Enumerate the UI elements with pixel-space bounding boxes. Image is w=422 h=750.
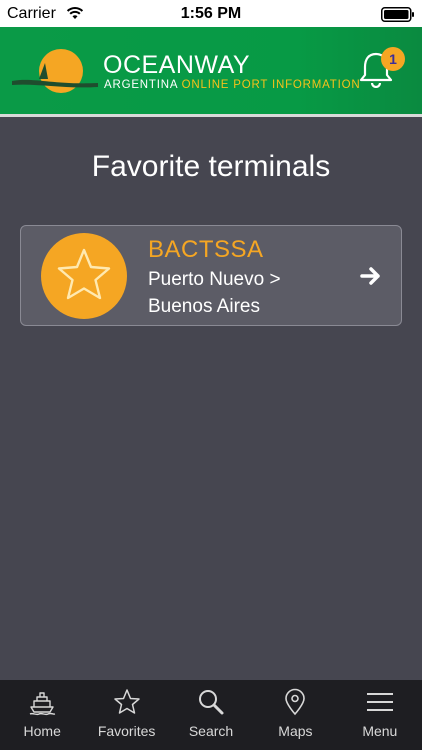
app-header: OCEANWAY ARGENTINA ONLINE PORT INFORMATI… [0,27,422,114]
tab-home[interactable]: Home [0,680,84,750]
brand-tagline: ARGENTINA ONLINE PORT INFORMATION [104,79,360,91]
tab-search[interactable]: Search [169,680,253,750]
tab-label-favorites: Favorites [97,723,156,739]
tab-maps[interactable]: Maps [253,680,337,750]
arrow-right-icon[interactable] [360,266,382,286]
tab-bar: Home Favorites Search Maps Menu [0,680,422,750]
notification-count-badge: 1 [381,47,405,71]
tab-label-search: Search [188,723,234,739]
star-icon [57,248,111,300]
favorite-star-badge [41,233,127,319]
battery-icon [381,7,414,22]
brand-name: OCEANWAY [103,51,251,79]
tab-menu[interactable]: Menu [338,680,422,750]
tagline-text: ONLINE PORT INFORMATION [181,79,361,91]
tab-label-menu: Menu [362,723,398,739]
terminal-location: Puerto Nuevo > Buenos Aires [148,269,281,317]
search-icon [199,690,224,715]
tagline-country: ARGENTINA [104,79,178,91]
terminal-name: BACTSSA [148,236,264,263]
sunset-logo-icon [12,49,98,93]
tab-label-home: Home [23,723,61,739]
page-title: Favorite terminals [91,150,331,183]
menu-icon [366,693,393,711]
map-pin-icon [285,688,306,716]
ship-icon [29,692,56,716]
tab-favorites[interactable]: Favorites [84,680,168,750]
status-time: 1:56 PM [180,5,242,22]
notifications-button[interactable]: 1 [358,44,408,94]
status-bar: Carrier 1:56 PM [0,0,422,27]
tab-label-maps: Maps [278,723,313,739]
terminal-card[interactable]: BACTSSA Puerto Nuevo > Buenos Aires [20,225,402,326]
star-icon [113,689,140,714]
header-divider [0,114,422,117]
